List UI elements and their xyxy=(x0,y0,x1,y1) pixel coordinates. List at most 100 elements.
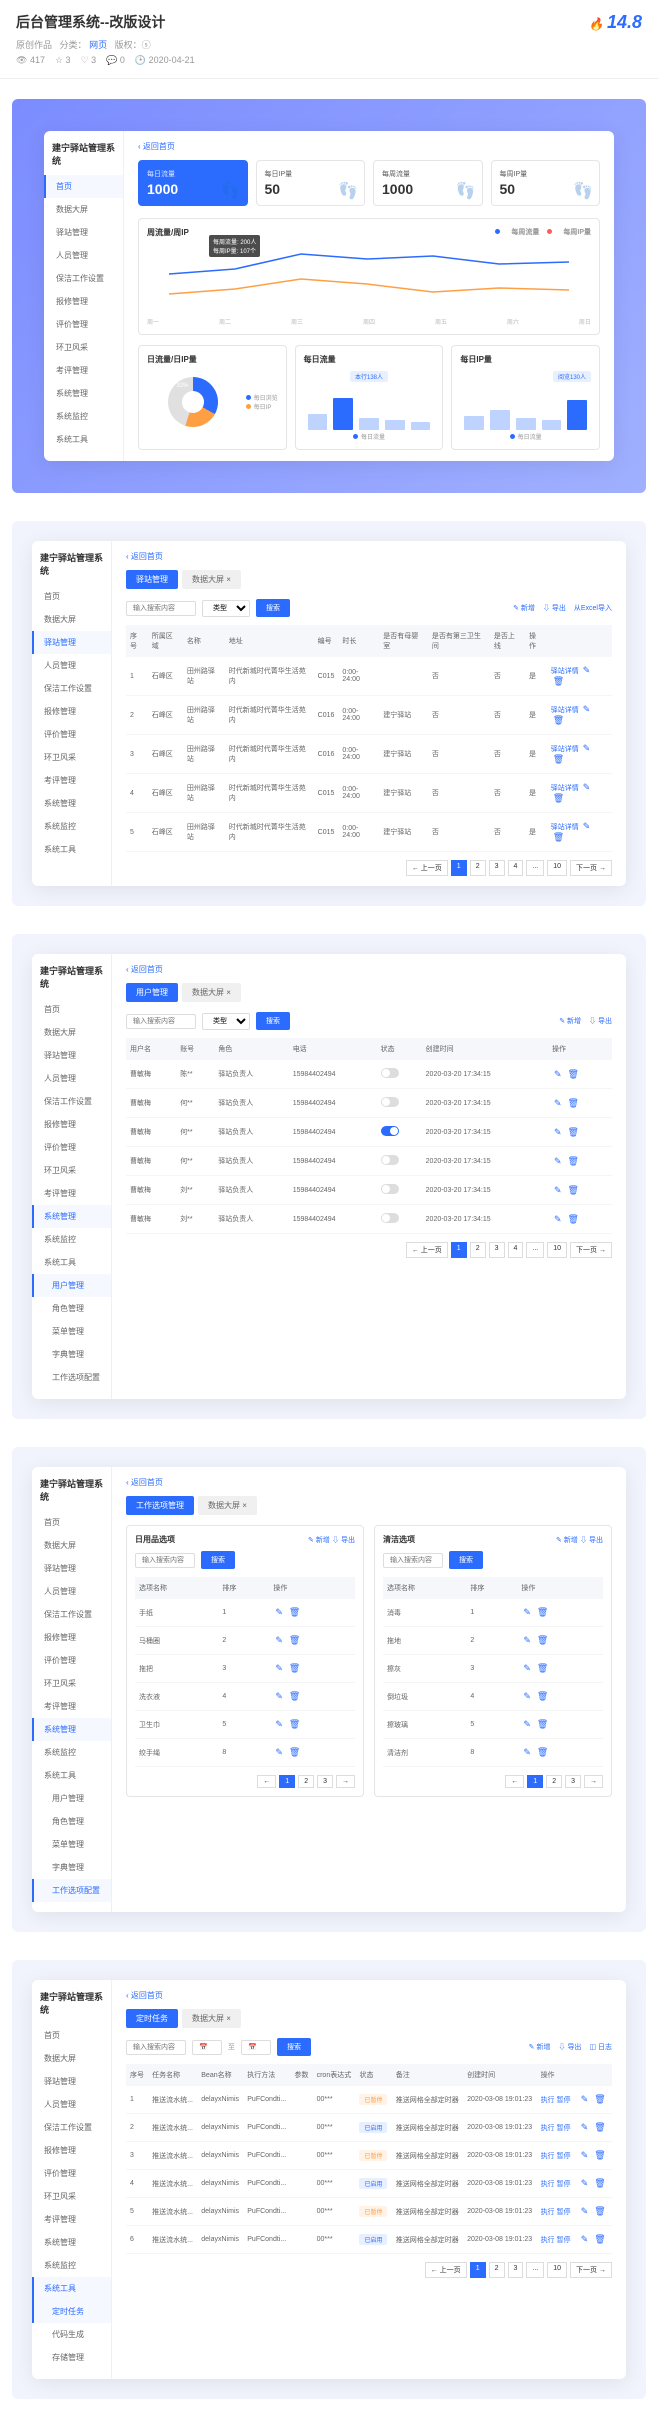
edit-icon[interactable]: ✎ xyxy=(523,1607,531,1617)
search-input[interactable] xyxy=(135,1553,195,1568)
pause-link[interactable]: 暂停 xyxy=(557,2181,571,2188)
sidebar-sub-item[interactable]: 菜单管理 xyxy=(32,1833,111,1856)
edit-icon[interactable]: ✎ xyxy=(583,782,591,792)
status-toggle[interactable] xyxy=(381,1097,399,1107)
sidebar-item[interactable]: 保洁工作设置 xyxy=(32,1603,111,1626)
export-button[interactable]: ⇩ 导出 xyxy=(543,603,566,613)
search-input[interactable] xyxy=(383,1553,443,1568)
delete-icon[interactable]: 🗑 xyxy=(568,1185,579,1195)
sidebar-sub-item[interactable]: 菜单管理 xyxy=(32,1320,111,1343)
tab-user[interactable]: 用户管理 xyxy=(126,983,178,1002)
tab-datascreen[interactable]: 数据大屏 × xyxy=(182,570,241,589)
sidebar-item[interactable]: 考评管理 xyxy=(32,1695,111,1718)
sidebar-item[interactable]: 环卫风采 xyxy=(32,746,111,769)
edit-icon[interactable]: ✎ xyxy=(275,1607,283,1617)
exec-link[interactable]: 执行 xyxy=(541,2181,555,2188)
sidebar-item[interactable]: 环卫风采 xyxy=(32,1159,111,1182)
status-toggle[interactable] xyxy=(381,1126,399,1136)
pager[interactable]: ← 上一页1234...10下一页 → xyxy=(126,1242,612,1258)
sidebar-sub-item[interactable]: 用户管理 xyxy=(32,1787,111,1810)
delete-icon[interactable]: 🗑 xyxy=(568,1098,579,1108)
edit-icon[interactable]: ✎ xyxy=(554,1098,562,1108)
sidebar-item[interactable]: 评价管理 xyxy=(32,1136,111,1159)
edit-icon[interactable]: ✎ xyxy=(583,821,591,831)
sidebar-item[interactable]: 系统工具 xyxy=(44,428,123,451)
delete-icon[interactable]: 🗑 xyxy=(594,2206,605,2216)
sidebar-sub-item[interactable]: 工作选项配置 xyxy=(32,1366,111,1389)
exec-link[interactable]: 执行 xyxy=(541,2125,555,2132)
delete-icon[interactable]: 🗑 xyxy=(289,1691,300,1701)
delete-icon[interactable]: 🗑 xyxy=(537,1747,548,1757)
sidebar-item[interactable]: 评价管理 xyxy=(32,723,111,746)
edit-icon[interactable]: ✎ xyxy=(581,2234,589,2244)
edit-icon[interactable]: ✎ xyxy=(554,1214,562,1224)
edit-icon[interactable]: ✎ xyxy=(554,1156,562,1166)
exec-link[interactable]: 执行 xyxy=(541,2097,555,2104)
delete-icon[interactable]: 🗑 xyxy=(568,1069,579,1079)
pause-link[interactable]: 暂停 xyxy=(557,2209,571,2216)
breadcrumb[interactable]: 返回首页 xyxy=(126,1477,612,1488)
sidebar-item[interactable]: 保洁工作设置 xyxy=(32,2116,111,2139)
delete-icon[interactable]: 🗑 xyxy=(568,1156,579,1166)
sidebar-item[interactable]: 人员管理 xyxy=(32,1067,111,1090)
status-toggle[interactable] xyxy=(381,1068,399,1078)
edit-icon[interactable]: ✎ xyxy=(523,1663,531,1673)
delete-icon[interactable]: 🗑 xyxy=(537,1691,548,1701)
sidebar-item[interactable]: 评价管理 xyxy=(32,1649,111,1672)
sidebar-item[interactable]: 驿站管理 xyxy=(44,221,123,244)
edit-icon[interactable]: ✎ xyxy=(275,1663,283,1673)
sidebar-item[interactable]: 环卫风采 xyxy=(32,1672,111,1695)
sidebar-item[interactable]: 报修管理 xyxy=(32,700,111,723)
pause-link[interactable]: 暂停 xyxy=(557,2097,571,2104)
sidebar-item[interactable]: 首页 xyxy=(32,585,111,608)
pause-link[interactable]: 暂停 xyxy=(557,2237,571,2244)
edit-icon[interactable]: ✎ xyxy=(523,1719,531,1729)
sidebar-item[interactable]: 保洁工作设置 xyxy=(32,677,111,700)
sidebar-sub-item[interactable]: 定时任务 xyxy=(32,2300,111,2323)
delete-icon[interactable]: 🗑 xyxy=(594,2150,605,2160)
sidebar-item[interactable]: 环卫风采 xyxy=(32,2185,111,2208)
pager[interactable]: ← 上一页1234...10下一页 → xyxy=(126,860,612,876)
status-toggle[interactable] xyxy=(381,1155,399,1165)
sidebar-item[interactable]: 系统监控 xyxy=(32,815,111,838)
pager[interactable]: ← 上一页123...10下一页 → xyxy=(126,2262,612,2278)
sidebar-item[interactable]: 首页 xyxy=(32,1511,111,1534)
exec-link[interactable]: 执行 xyxy=(541,2209,555,2216)
sidebar-item[interactable]: 驿站管理 xyxy=(32,2070,111,2093)
sidebar-item[interactable]: 报修管理 xyxy=(32,1113,111,1136)
sidebar-item[interactable]: 考评管理 xyxy=(32,769,111,792)
sidebar-sub-item[interactable]: 角色管理 xyxy=(32,1297,111,1320)
sidebar-item[interactable]: 数据大屏 xyxy=(44,198,123,221)
date-from[interactable] xyxy=(192,2040,222,2055)
edit-icon[interactable]: ✎ xyxy=(523,1635,531,1645)
edit-icon[interactable]: ✎ xyxy=(275,1719,283,1729)
breadcrumb[interactable]: 返回首页 xyxy=(126,964,612,975)
pause-link[interactable]: 暂停 xyxy=(557,2125,571,2132)
delete-icon[interactable]: 🗑 xyxy=(553,715,564,725)
sidebar-item[interactable]: 考评管理 xyxy=(44,359,123,382)
sidebar-item[interactable]: 人员管理 xyxy=(32,2093,111,2116)
delete-icon[interactable]: 🗑 xyxy=(289,1747,300,1757)
detail-link[interactable]: 驿站详情 xyxy=(551,785,579,792)
type-select[interactable]: 类型 xyxy=(202,600,250,617)
delete-icon[interactable]: 🗑 xyxy=(537,1663,548,1673)
search-input[interactable] xyxy=(126,2040,186,2055)
edit-icon[interactable]: ✎ xyxy=(583,743,591,753)
sidebar-item[interactable]: 评价管理 xyxy=(32,2162,111,2185)
sidebar-item[interactable]: 考评管理 xyxy=(32,2208,111,2231)
status-toggle[interactable] xyxy=(381,1213,399,1223)
edit-icon[interactable]: ✎ xyxy=(581,2178,589,2188)
sidebar-item[interactable]: 评价管理 xyxy=(44,313,123,336)
delete-icon[interactable]: 🗑 xyxy=(594,2094,605,2104)
add-button[interactable]: ✎ 新增 xyxy=(559,1016,581,1026)
tab-task[interactable]: 定时任务 xyxy=(126,2009,178,2028)
sidebar-item[interactable]: 系统管理 xyxy=(32,1718,111,1741)
sidebar-item[interactable]: 系统管理 xyxy=(32,792,111,815)
category-link[interactable]: 网页 xyxy=(89,40,107,50)
sidebar-item[interactable]: 人员管理 xyxy=(44,244,123,267)
sidebar-item[interactable]: 系统监控 xyxy=(32,2254,111,2277)
exec-link[interactable]: 执行 xyxy=(541,2237,555,2244)
sidebar-item[interactable]: 系统工具 xyxy=(32,838,111,861)
sidebar-item[interactable]: 系统工具 xyxy=(32,2277,111,2300)
edit-icon[interactable]: ✎ xyxy=(554,1127,562,1137)
